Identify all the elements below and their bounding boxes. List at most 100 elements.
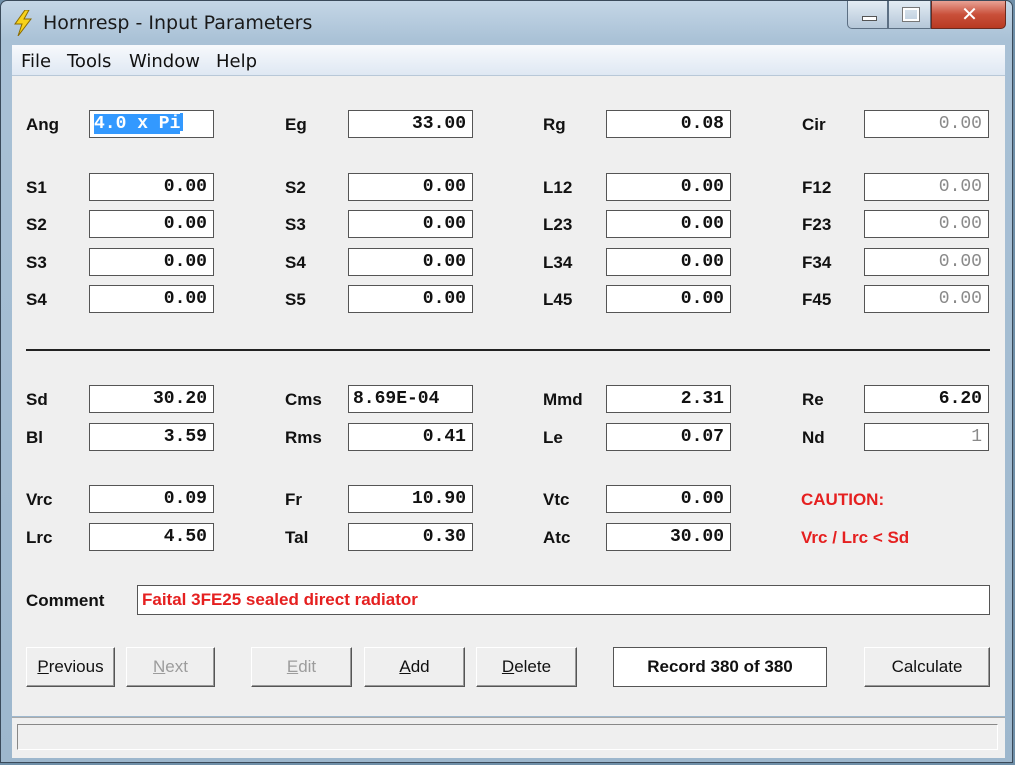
fr-field[interactable]: 10.90 — [348, 485, 473, 513]
menu-tools[interactable]: Tools — [67, 51, 111, 72]
maximize-icon — [902, 7, 920, 22]
f34-field[interactable]: 0.00 — [864, 248, 989, 276]
tal-label: Tal — [285, 528, 309, 547]
cir-field[interactable]: 0.00 — [864, 110, 989, 138]
eg-label: Eg — [285, 115, 307, 134]
cms-field[interactable]: 8.69E-04 — [348, 385, 473, 413]
delete-button[interactable]: Delete — [476, 647, 577, 687]
eg-field[interactable]: 33.00 — [348, 110, 473, 138]
previous-button[interactable]: Previous — [26, 647, 115, 687]
ang-value: 4.0 x Pi — [94, 114, 181, 134]
fr-label: Fr — [285, 490, 302, 509]
f23-field[interactable]: 0.00 — [864, 210, 989, 238]
delete-label-mnemonic: D — [501, 657, 515, 676]
f34-label: F34 — [802, 253, 832, 272]
add-label-mnemonic: A — [399, 657, 411, 676]
vrc-field[interactable]: 0.09 — [89, 485, 214, 513]
atc-field[interactable]: 30.00 — [606, 523, 731, 551]
l34-label: L34 — [543, 253, 573, 272]
menu-bar: File Tools Window Help — [12, 45, 1005, 76]
s4-row-field[interactable]: 0.00 — [89, 285, 214, 313]
s4-field[interactable]: 0.00 — [348, 248, 473, 276]
lrc-field[interactable]: 4.50 — [89, 523, 214, 551]
status-bar — [12, 717, 1005, 758]
menu-help[interactable]: Help — [216, 51, 257, 72]
f45-label: F45 — [802, 290, 832, 309]
re-label: Re — [802, 390, 824, 409]
nd-field[interactable]: 1 — [864, 423, 989, 451]
close-button[interactable]: ✕ — [931, 1, 1006, 29]
rms-label: Rms — [285, 428, 322, 447]
s2-label: S2 — [285, 178, 306, 197]
add-button[interactable]: Add — [364, 647, 465, 687]
vrc-label: Vrc — [26, 490, 53, 509]
s1-label: S1 — [26, 178, 47, 197]
l12-field[interactable]: 0.00 — [606, 173, 731, 201]
edit-label-rest: dit — [298, 657, 317, 676]
s2-row-field[interactable]: 0.00 — [89, 210, 214, 238]
caution-title: CAUTION: — [801, 490, 885, 509]
bl-label: Bl — [26, 428, 43, 447]
s5-field[interactable]: 0.00 — [348, 285, 473, 313]
l34-field[interactable]: 0.00 — [606, 248, 731, 276]
cms-label: Cms — [285, 390, 322, 409]
s4-label: S4 — [285, 253, 306, 272]
minimize-button[interactable] — [847, 1, 888, 29]
l23-label: L23 — [543, 215, 573, 234]
maximize-button[interactable] — [888, 1, 931, 29]
calculate-button[interactable]: Calculate — [864, 647, 990, 687]
f12-field[interactable]: 0.00 — [864, 173, 989, 201]
sd-field[interactable]: 30.20 — [89, 385, 214, 413]
comment-label: Comment — [26, 591, 105, 610]
s3-label: S3 — [285, 215, 306, 234]
s3-row-field[interactable]: 0.00 — [89, 248, 214, 276]
ang-label: Ang — [26, 115, 60, 134]
f45-field[interactable]: 0.00 — [864, 285, 989, 313]
atc-label: Atc — [543, 528, 571, 547]
text-caret — [180, 113, 184, 131]
status-panel — [17, 724, 998, 750]
mmd-field[interactable]: 2.31 — [606, 385, 731, 413]
close-icon: ✕ — [961, 2, 978, 26]
le-field[interactable]: 0.07 — [606, 423, 731, 451]
ang-field[interactable]: 4.0 x Pi — [89, 110, 214, 138]
s1-field[interactable]: 0.00 — [89, 173, 214, 201]
nd-label: Nd — [802, 428, 825, 447]
window-title: Hornresp - Input Parameters — [43, 12, 313, 34]
l23-field[interactable]: 0.00 — [606, 210, 731, 238]
lightning-bolt-icon — [14, 10, 33, 36]
l12-label: L12 — [543, 178, 573, 197]
s3-row-label: S3 — [26, 253, 47, 272]
caution-message: Vrc / Lrc < Sd — [801, 528, 910, 547]
rms-field[interactable]: 0.41 — [348, 423, 473, 451]
f23-label: F23 — [802, 215, 832, 234]
record-indicator: Record 380 of 380 — [613, 647, 827, 687]
edit-label-mnemonic: E — [286, 657, 299, 676]
comment-field[interactable]: Faital 3FE25 sealed direct radiator — [137, 585, 990, 615]
previous-label-mnemonic: P — [37, 657, 49, 676]
menu-window[interactable]: Window — [129, 51, 200, 72]
re-field[interactable]: 6.20 — [864, 385, 989, 413]
sd-label: Sd — [26, 390, 48, 409]
s5-label: S5 — [285, 290, 306, 309]
previous-label-rest: revious — [48, 657, 104, 676]
menu-file[interactable]: File — [21, 51, 51, 72]
rg-field[interactable]: 0.08 — [606, 110, 731, 138]
bl-field[interactable]: 3.59 — [89, 423, 214, 451]
minimize-icon — [862, 16, 877, 21]
tal-field[interactable]: 0.30 — [348, 523, 473, 551]
l45-field[interactable]: 0.00 — [606, 285, 731, 313]
s2-field[interactable]: 0.00 — [348, 173, 473, 201]
le-label: Le — [543, 428, 563, 447]
s3-field[interactable]: 0.00 — [348, 210, 473, 238]
title-bar[interactable]: Hornresp - Input Parameters ✕ — [1, 1, 1012, 43]
mmd-label: Mmd — [543, 390, 583, 409]
vtc-field[interactable]: 0.00 — [606, 485, 731, 513]
next-button[interactable]: Next — [126, 647, 215, 687]
edit-button[interactable]: Edit — [251, 647, 352, 687]
s4-row-label: S4 — [26, 290, 47, 309]
app-window: Hornresp - Input Parameters ✕ File Tools… — [0, 0, 1013, 763]
add-label-rest: dd — [410, 657, 430, 676]
vtc-label: Vtc — [543, 490, 570, 509]
s2-row-label: S2 — [26, 215, 47, 234]
